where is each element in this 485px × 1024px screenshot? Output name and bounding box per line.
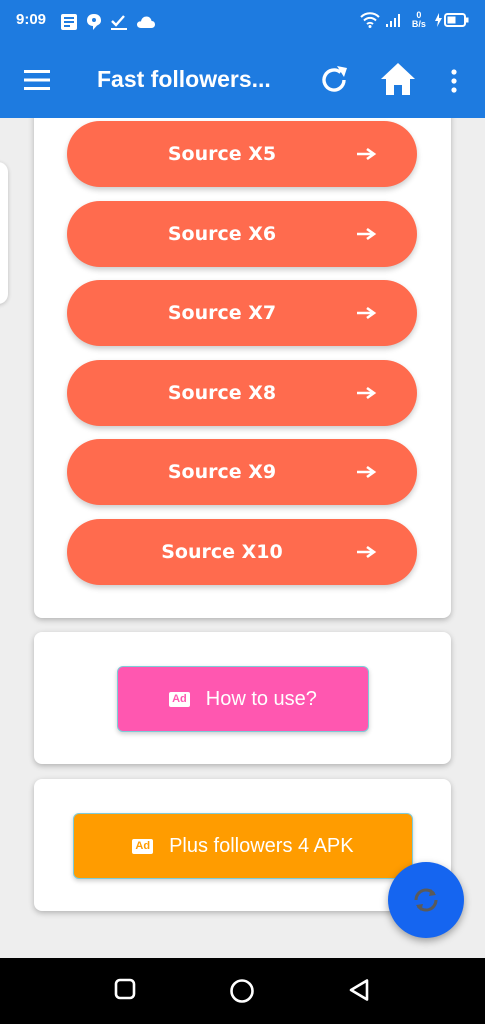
back-triangle-icon bbox=[349, 979, 369, 1001]
network-speed-unit: B/s bbox=[411, 18, 426, 29]
ad-badge: Ad bbox=[169, 691, 190, 707]
side-card-edge bbox=[0, 162, 8, 304]
source-label: Source X6 bbox=[167, 223, 277, 245]
more-vert-icon bbox=[451, 69, 457, 93]
plus-followers-apk-button[interactable]: Ad Plus followers 4 APK bbox=[73, 813, 413, 879]
cloud-icon bbox=[137, 16, 156, 28]
system-nav-bar bbox=[0, 958, 485, 1024]
sources-card: Source X5 Source X6 Source X7 Source X8 … bbox=[34, 118, 451, 618]
how-to-use-button[interactable]: Ad How to use? bbox=[117, 666, 369, 732]
home-circle-icon bbox=[230, 979, 254, 1003]
status-time: 9:09 bbox=[16, 11, 47, 28]
source-label: Source X9 bbox=[167, 461, 277, 483]
back-button[interactable] bbox=[348, 978, 372, 1006]
battery-charging-icon bbox=[435, 12, 469, 27]
recents-button[interactable] bbox=[114, 978, 136, 1004]
app-title: Fast followers... bbox=[97, 66, 271, 92]
source-button-x9[interactable]: Source X9 bbox=[67, 439, 417, 505]
notification-icons bbox=[60, 11, 159, 31]
source-button-x7[interactable]: Source X7 bbox=[67, 280, 417, 346]
source-label: Source X8 bbox=[167, 382, 277, 404]
news-icon bbox=[61, 13, 77, 30]
menu-button[interactable] bbox=[24, 70, 50, 94]
floating-action-button[interactable] bbox=[388, 862, 464, 938]
signal-icon bbox=[385, 13, 400, 27]
source-button-x5[interactable]: Source X5 bbox=[67, 121, 417, 187]
plus-followers-apk-label: Plus followers 4 APK bbox=[169, 834, 354, 857]
main-content[interactable]: Source X5 Source X6 Source X7 Source X8 … bbox=[0, 118, 485, 958]
how-to-use-label: How to use? bbox=[205, 687, 317, 710]
arrow-right-icon bbox=[357, 306, 377, 320]
wifi-icon bbox=[359, 11, 380, 28]
app-bar: Fast followers... bbox=[0, 42, 485, 118]
status-bar: 9:09 0 B/s bbox=[0, 0, 485, 42]
source-label: Source X10 bbox=[161, 541, 283, 563]
menu-icon bbox=[24, 70, 50, 90]
source-button-x8[interactable]: Source X8 bbox=[67, 360, 417, 426]
home-icon bbox=[381, 63, 415, 95]
more-options-button[interactable] bbox=[450, 69, 458, 97]
home-nav-button[interactable] bbox=[229, 978, 255, 1008]
chat-icon bbox=[87, 13, 102, 30]
arrow-right-icon bbox=[357, 147, 377, 161]
arrow-right-icon bbox=[357, 545, 377, 559]
refresh-button[interactable] bbox=[318, 64, 350, 100]
source-button-x6[interactable]: Source X6 bbox=[67, 201, 417, 267]
arrow-right-icon bbox=[357, 227, 377, 241]
arrow-right-icon bbox=[357, 465, 377, 479]
source-label: Source X5 bbox=[167, 143, 277, 165]
arrow-right-icon bbox=[357, 386, 377, 400]
checklist-icon bbox=[111, 14, 128, 30]
how-to-use-card: Ad How to use? bbox=[34, 632, 451, 764]
ad-badge: Ad bbox=[132, 838, 154, 854]
system-icons: 0 B/s bbox=[359, 9, 469, 33]
network-speed: 0 B/s bbox=[411, 10, 426, 29]
recents-square-icon bbox=[114, 978, 136, 1000]
source-button-x10[interactable]: Source X10 bbox=[67, 519, 417, 585]
refresh-icon bbox=[322, 66, 347, 92]
home-button[interactable] bbox=[380, 62, 416, 100]
loading-spinner-icon bbox=[414, 888, 438, 912]
source-label: Source X7 bbox=[167, 302, 277, 324]
